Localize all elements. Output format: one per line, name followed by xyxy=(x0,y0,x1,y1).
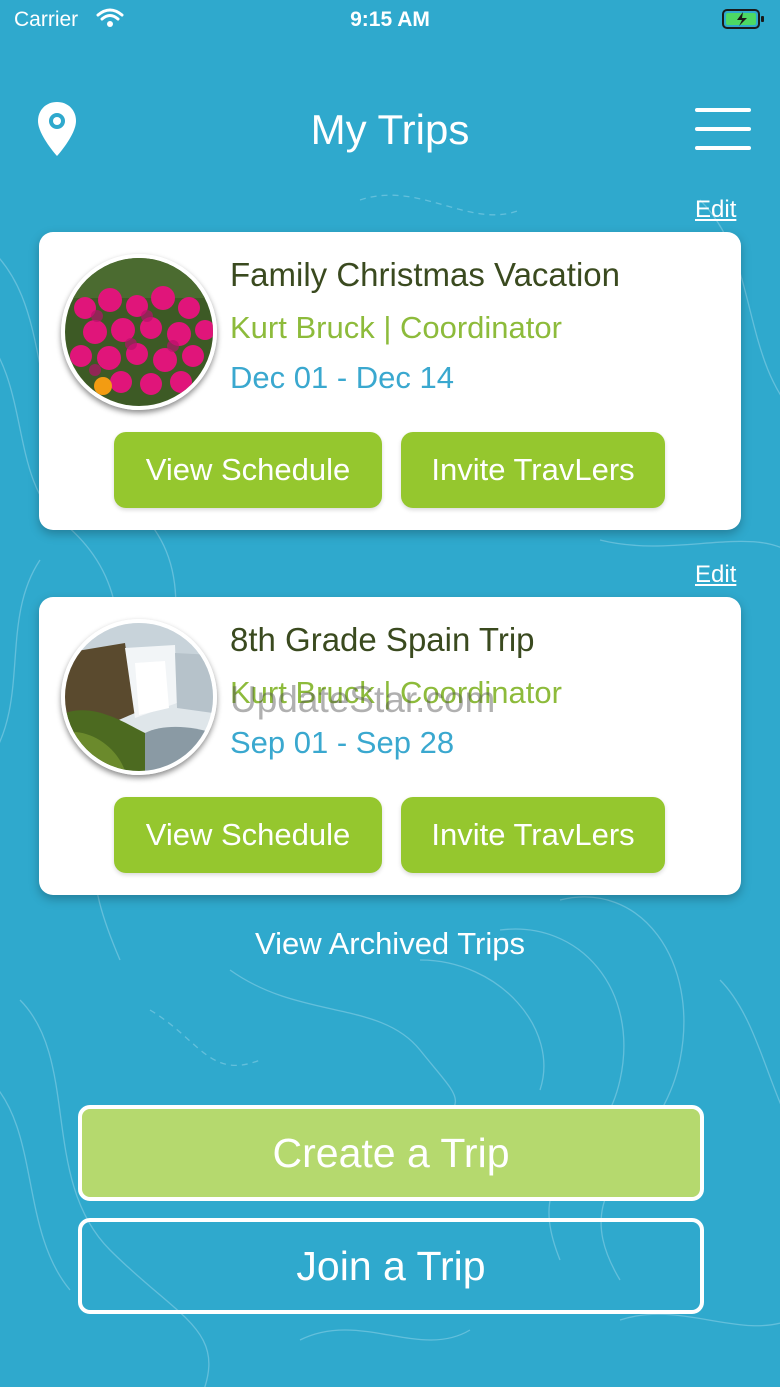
status-bar: Carrier 9:15 AM xyxy=(0,0,780,40)
join-trip-button[interactable]: Join a Trip xyxy=(78,1218,704,1314)
trip-photo-waterfall xyxy=(61,619,217,775)
clock: 9:15 AM xyxy=(350,8,430,31)
watermark-text: UpdateStar.com xyxy=(230,679,496,720)
view-schedule-button[interactable]: View Schedule xyxy=(114,797,382,873)
view-schedule-button[interactable]: View Schedule xyxy=(114,432,382,508)
invite-travelers-button[interactable]: Invite TravLers xyxy=(401,432,665,508)
trip-dates: Sep 01 - Sep 28 xyxy=(230,725,455,760)
create-trip-button[interactable]: Create a Trip xyxy=(78,1105,704,1201)
battery-icon xyxy=(722,9,764,29)
view-archived-trips-link[interactable]: View Archived Trips xyxy=(0,926,780,962)
trip-dates: Dec 01 - Dec 14 xyxy=(230,360,454,395)
trip-name: Family Christmas Vacation xyxy=(230,256,620,293)
page-title: My Trips xyxy=(310,106,470,153)
trip-coordinator: Kurt Bruck | Coordinator xyxy=(230,310,562,345)
trip-card: 8th Grade Spain Trip Kurt Bruck | Coordi… xyxy=(39,597,741,895)
edit-trip-link[interactable]: Edit xyxy=(695,196,736,224)
invite-travelers-button[interactable]: Invite TravLers xyxy=(401,797,665,873)
trip-name: 8th Grade Spain Trip xyxy=(230,621,535,658)
trip-photo-flowers xyxy=(61,254,217,410)
hamburger-menu-icon[interactable] xyxy=(695,108,751,150)
edit-trip-link[interactable]: Edit xyxy=(695,561,736,589)
trip-card: Family Christmas Vacation Kurt Bruck | C… xyxy=(39,232,741,530)
